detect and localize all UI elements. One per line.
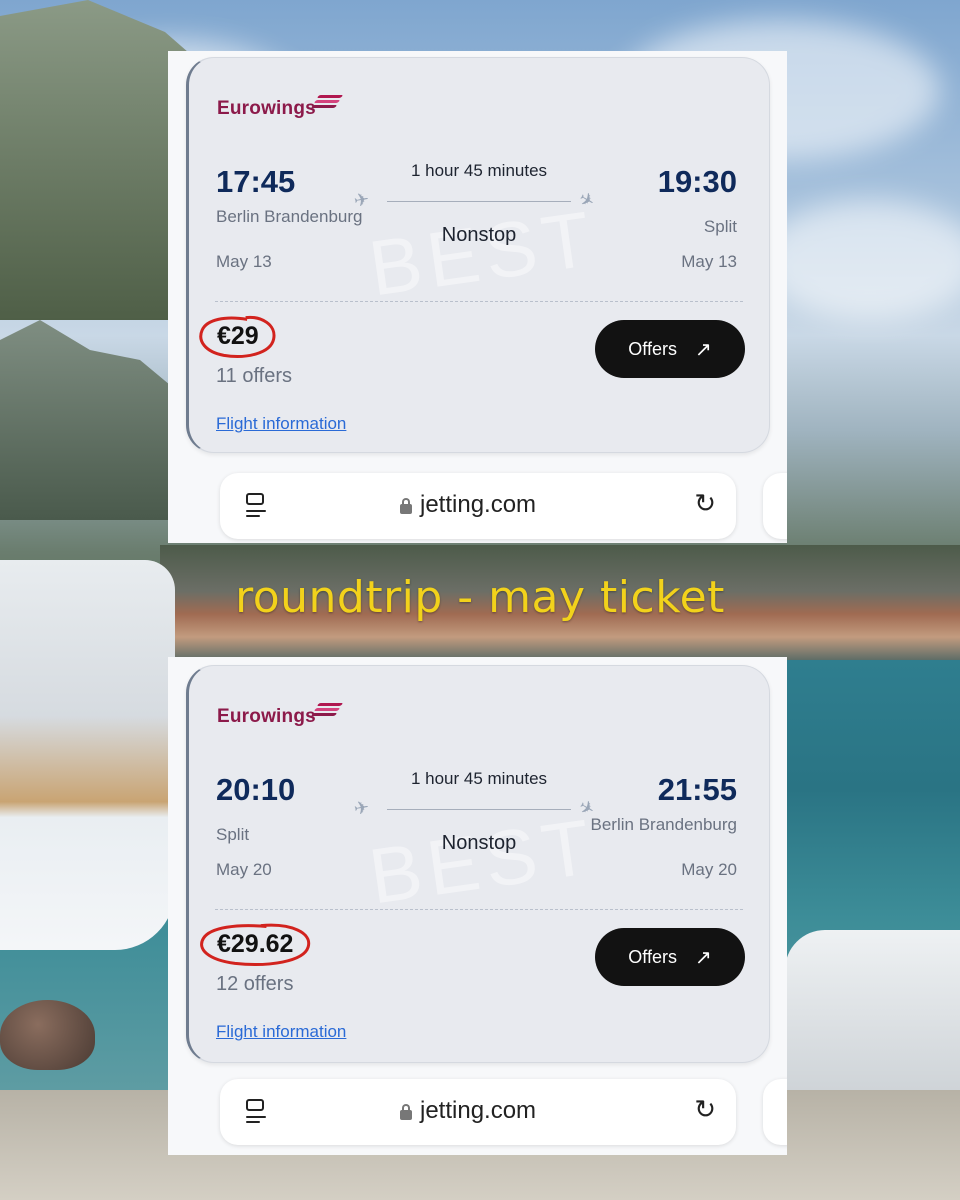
- tabs-icon[interactable]: [244, 493, 268, 519]
- price-circle-annotation: [199, 314, 277, 359]
- caption: roundtrip - may ticket: [235, 572, 725, 623]
- price-circle-annotation: [199, 922, 311, 967]
- airline-name: Eurowings: [217, 98, 316, 119]
- arrival-time: 19:30: [657, 164, 737, 199]
- airline-logo: Eurowings: [217, 95, 344, 120]
- url-text: jetting.com: [420, 1097, 537, 1124]
- browser-address-bar[interactable]: jetting.com ↻: [220, 473, 736, 539]
- arrival-date: May 13: [681, 252, 737, 271]
- flight-duration: 1 hour 45 minutes: [410, 161, 548, 180]
- browser-address-bar[interactable]: jetting.com ↻: [220, 1079, 736, 1145]
- price-block: €29: [199, 314, 277, 359]
- departure-date: May 13: [216, 252, 272, 271]
- route-line: [387, 809, 571, 810]
- takeoff-icon: ✈: [352, 796, 371, 821]
- price-block: €29.62: [199, 922, 311, 967]
- reload-icon[interactable]: ↻: [694, 1097, 716, 1123]
- lock-icon: [400, 498, 412, 514]
- best-watermark: BEST: [363, 801, 602, 921]
- offers-button[interactable]: Offers ↗: [595, 928, 745, 986]
- best-watermark: BEST: [363, 193, 602, 313]
- flight-card[interactable]: Eurowings 20:10 Split May 20 BEST 1 hour…: [186, 665, 770, 1063]
- offers-button-label: Offers: [628, 338, 677, 359]
- arrival-place: Berlin Brandenburg: [590, 815, 737, 834]
- bollard: [0, 1000, 95, 1070]
- stops-label: Nonstop: [441, 832, 517, 854]
- flight-information-link[interactable]: Flight information: [216, 1022, 346, 1042]
- airline-name: Eurowings: [217, 706, 316, 727]
- external-arrow-icon: ↗: [694, 338, 712, 361]
- browser-side-button[interactable]: [763, 1079, 787, 1145]
- external-arrow-icon: ↗: [694, 946, 712, 969]
- flight-card[interactable]: Eurowings 17:45 Berlin Brandenburg May 1…: [186, 57, 770, 453]
- airline-logo-icon: [310, 95, 344, 111]
- arrival-time: 21:55: [657, 772, 737, 807]
- offers-count: 12 offers: [216, 973, 294, 995]
- departure-date: May 20: [216, 860, 272, 879]
- departure-time: 17:45: [216, 164, 296, 199]
- stops-label: Nonstop: [441, 224, 517, 246]
- screenshot-outbound: Eurowings 17:45 Berlin Brandenburg May 1…: [168, 51, 787, 543]
- route-line: [387, 201, 571, 202]
- offers-button-label: Offers: [628, 946, 677, 967]
- flight-information-link[interactable]: Flight information: [216, 414, 346, 434]
- url-text: jetting.com: [420, 491, 537, 518]
- screenshot-return: Eurowings 20:10 Split May 20 BEST 1 hour…: [168, 657, 787, 1155]
- price: €29.62: [199, 922, 311, 967]
- tabs-icon[interactable]: [244, 1099, 268, 1125]
- arrival-date: May 20: [681, 860, 737, 879]
- price: €29: [199, 314, 277, 359]
- departure-time: 20:10: [216, 772, 296, 807]
- divider: [215, 909, 743, 910]
- lock-icon: [400, 1104, 412, 1120]
- divider: [215, 301, 743, 302]
- offers-count: 11 offers: [216, 365, 292, 387]
- airline-logo-icon: [310, 703, 344, 719]
- offers-button[interactable]: Offers ↗: [595, 320, 745, 378]
- browser-side-button[interactable]: [763, 473, 787, 539]
- airline-logo: Eurowings: [217, 703, 344, 728]
- arrival-place: Split: [703, 217, 737, 236]
- flight-duration: 1 hour 45 minutes: [410, 769, 548, 788]
- url-display[interactable]: jetting.com: [400, 1097, 536, 1125]
- url-display[interactable]: jetting.com: [400, 491, 536, 519]
- takeoff-icon: ✈: [352, 188, 371, 213]
- boat-right: [785, 930, 960, 1090]
- reload-icon[interactable]: ↻: [694, 491, 716, 517]
